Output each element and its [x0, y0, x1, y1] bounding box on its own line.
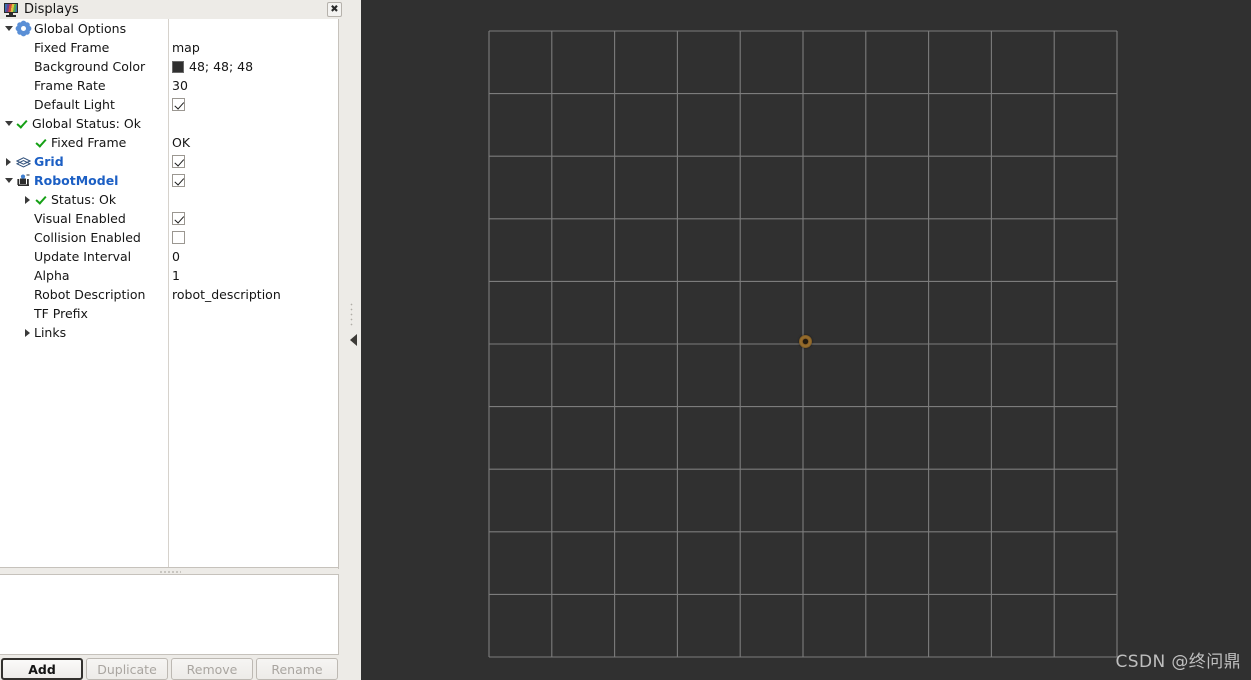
- tree-value: [172, 152, 185, 171]
- chevron-down-icon[interactable]: [2, 19, 15, 38]
- status-ok-check-icon: [34, 135, 49, 150]
- tree-row-label: Frame Rate: [34, 78, 106, 93]
- tree-row[interactable]: Status: Ok: [0, 190, 338, 209]
- displays-panel: Displays ✖ Global Options Fixed Frame map B…: [0, 0, 345, 680]
- chevron-down-icon[interactable]: [2, 114, 15, 133]
- tree-row-label: Fixed Frame: [51, 135, 127, 150]
- tree-value[interactable]: 1: [172, 266, 180, 285]
- display-description-box: [0, 574, 339, 655]
- status-ok-check-icon: [34, 192, 49, 207]
- tree-row-label: Global Status: Ok: [32, 116, 141, 131]
- tree-row[interactable]: Fixed Frame map: [0, 38, 338, 57]
- tree-row-label: RobotModel: [34, 173, 119, 188]
- tree-row[interactable]: Robot Description robot_description: [0, 285, 338, 304]
- tree-row-label: Robot Description: [34, 287, 146, 302]
- tree-row[interactable]: Links: [0, 323, 338, 342]
- tree-value: [172, 171, 185, 190]
- tree-value[interactable]: map: [172, 38, 200, 57]
- 3d-render-viewport[interactable]: CSDN @终问鼎: [361, 0, 1251, 680]
- tree-expander-spacer: [21, 95, 34, 114]
- tree-row[interactable]: Global Status: Ok: [0, 114, 338, 133]
- chevron-right-icon[interactable]: [2, 152, 15, 171]
- enable-checkbox[interactable]: [172, 212, 185, 225]
- tree-row[interactable]: Frame Rate 30: [0, 76, 338, 95]
- tree-value: [172, 209, 185, 228]
- chevron-right-icon[interactable]: [21, 323, 34, 342]
- displays-panel-titlebar: Displays ✖: [0, 0, 345, 19]
- tree-row[interactable]: Fixed Frame OK: [0, 133, 338, 152]
- tree-row-label: TF Prefix: [34, 306, 88, 321]
- tree-row-label: Collision Enabled: [34, 230, 141, 245]
- tree-row[interactable]: Alpha 1: [0, 266, 338, 285]
- robot-base-origin-marker: [799, 335, 812, 348]
- tree-row-label: Links: [34, 325, 67, 340]
- tree-value: [172, 228, 185, 247]
- tree-row-label: Fixed Frame: [34, 40, 110, 55]
- tree-row-label: Background Color: [34, 59, 146, 74]
- chevron-left-icon: [350, 334, 357, 346]
- tree-expander-spacer: [21, 38, 34, 57]
- tree-row[interactable]: Grid: [0, 152, 338, 171]
- color-swatch-icon: [172, 60, 184, 73]
- monitor-icon: [4, 3, 18, 17]
- tree-row[interactable]: Background Color 48; 48; 48: [0, 57, 338, 76]
- tree-value[interactable]: robot_description: [172, 285, 281, 304]
- tree-expander-spacer: [21, 247, 34, 266]
- tree-row[interactable]: Visual Enabled: [0, 209, 338, 228]
- tree-row-label: Global Options: [34, 21, 127, 36]
- tree-value[interactable]: 0: [172, 247, 180, 266]
- tree-rows-container: Global Options Fixed Frame map Background C…: [0, 19, 338, 342]
- tree-row-label: Grid: [34, 154, 64, 169]
- duplicate-button[interactable]: Duplicate: [86, 658, 168, 680]
- tree-row-label: Update Interval: [34, 249, 132, 264]
- dock-grip-dots: [350, 302, 353, 328]
- enable-checkbox[interactable]: [172, 155, 185, 168]
- robot-icon: [15, 173, 32, 188]
- splitter-grip-dots: [158, 570, 181, 573]
- rename-button[interactable]: Rename: [256, 658, 338, 680]
- tree-row-label: Alpha: [34, 268, 70, 283]
- tree-row-label: Visual Enabled: [34, 211, 126, 226]
- property-tree[interactable]: Global Options Fixed Frame map Background C…: [0, 19, 339, 568]
- tree-value: [172, 95, 185, 114]
- chevron-down-icon[interactable]: [2, 171, 15, 190]
- tree-expander-spacer: [21, 266, 34, 285]
- tree-row[interactable]: TF Prefix: [0, 304, 338, 323]
- tree-expander-spacer: [21, 133, 34, 152]
- tree-row[interactable]: Update Interval 0: [0, 247, 338, 266]
- tree-expander-spacer: [21, 285, 34, 304]
- remove-button[interactable]: Remove: [171, 658, 253, 680]
- tree-row[interactable]: RobotModel: [0, 171, 338, 190]
- tree-row[interactable]: Collision Enabled: [0, 228, 338, 247]
- status-ok-check-icon: [15, 116, 30, 131]
- close-glyph: ✖: [330, 3, 339, 15]
- dock-collapse-handle[interactable]: [345, 0, 361, 680]
- enable-checkbox[interactable]: [172, 98, 185, 111]
- tree-row[interactable]: Default Light: [0, 95, 338, 114]
- chevron-right-icon[interactable]: [21, 190, 34, 209]
- tree-value[interactable]: OK: [172, 133, 190, 152]
- enable-checkbox[interactable]: [172, 174, 185, 187]
- grid-icon: [15, 154, 32, 169]
- tree-expander-spacer: [21, 76, 34, 95]
- enable-checkbox[interactable]: [172, 231, 185, 244]
- tree-row-label: Default Light: [34, 97, 115, 112]
- csdn-watermark: CSDN @终问鼎: [1115, 652, 1241, 672]
- add-button[interactable]: Add: [1, 658, 83, 680]
- tree-expander-spacer: [21, 209, 34, 228]
- panel-right-border: [338, 19, 339, 655]
- tree-value[interactable]: 30: [172, 76, 188, 95]
- tree-expander-spacer: [21, 57, 34, 76]
- tree-expander-spacer: [21, 228, 34, 247]
- close-icon[interactable]: ✖: [327, 2, 342, 17]
- tree-row[interactable]: Global Options: [0, 19, 338, 38]
- panel-title: Displays: [24, 2, 79, 17]
- displays-panel-buttons: Add Duplicate Remove Rename: [0, 658, 345, 680]
- tree-expander-spacer: [21, 304, 34, 323]
- color-value-text: 48; 48; 48: [189, 59, 254, 74]
- tree-row-label: Status: Ok: [51, 192, 117, 207]
- gear-icon: [15, 21, 32, 36]
- tree-value[interactable]: 48; 48; 48: [172, 57, 253, 76]
